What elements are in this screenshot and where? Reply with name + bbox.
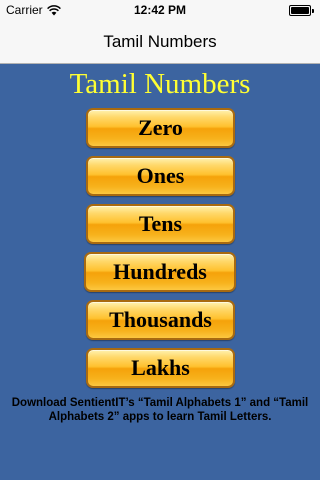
battery-icon bbox=[289, 5, 314, 16]
status-time: 12:42 PM bbox=[133, 3, 187, 17]
lakhs-button[interactable]: Lakhs bbox=[86, 348, 235, 388]
navigation-bar: Tamil Numbers bbox=[0, 20, 320, 64]
page-title: Tamil Numbers bbox=[69, 68, 251, 100]
zero-button[interactable]: Zero bbox=[86, 108, 235, 148]
hundreds-button[interactable]: Hundreds bbox=[84, 252, 236, 292]
ones-button[interactable]: Ones bbox=[86, 156, 235, 196]
main-content: Tamil Numbers Zero Ones Tens Hundreds Th… bbox=[0, 64, 320, 480]
download-note: Download SentientIT’s “Tamil Alphabets 1… bbox=[11, 397, 309, 423]
tens-button[interactable]: Tens bbox=[86, 204, 235, 244]
thousands-button[interactable]: Thousands bbox=[86, 300, 235, 340]
status-bar: Carrier 12:42 PM bbox=[0, 0, 320, 20]
nav-title: Tamil Numbers bbox=[103, 31, 217, 51]
